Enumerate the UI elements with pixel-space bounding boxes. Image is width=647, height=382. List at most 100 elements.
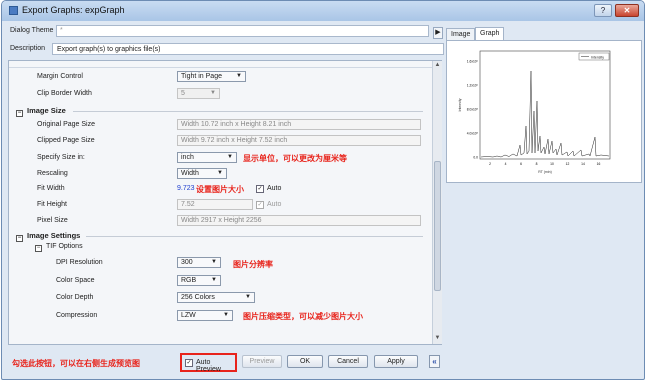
collapse-preview-button[interactable]: « (429, 355, 440, 368)
tif-options-title: TIF Options (46, 243, 83, 250)
margin-control-dropdown[interactable]: Tight in Page ▼ (177, 71, 246, 82)
chevron-down-icon: ▼ (217, 170, 223, 176)
scroll-down-icon[interactable]: ▼ (433, 334, 442, 343)
theme-menu-arrow-icon[interactable]: ▶ (433, 27, 443, 39)
y-tick-label: 4.0x10⁵ (467, 132, 479, 136)
graph-preview: Intensity 1.6x10⁶ 1.2x10⁶ 8.0x10⁵ 4.0x10⁵ 0.… (446, 40, 642, 183)
app-icon (9, 6, 18, 15)
color-space-dropdown[interactable]: RGB ▼ (177, 275, 221, 286)
clipped-size-label: Clipped Page Size (37, 137, 95, 144)
fit-width-row: Fit Width 9.723 设置图片大小 ✓ Auto (9, 183, 429, 195)
pixel-size-label: Pixel Size (37, 217, 68, 224)
description-field: Export graph(s) to graphics file(s) (52, 43, 444, 55)
collapse-icon[interactable]: − (35, 245, 42, 252)
x-tick-label: 4 (505, 162, 507, 166)
rescaling-label: Rescaling (37, 170, 68, 177)
pixel-size-row: Pixel Size Width 2917 x Height 2256 (9, 215, 429, 227)
fit-height-row: Fit Height 7.52 ✓ Auto (9, 199, 429, 211)
dpi-row: DPI Resolution 300 ▼ 图片分辨率 (9, 257, 429, 269)
theme-label: Dialog Theme (10, 27, 54, 34)
x-tick-label: 14 (581, 162, 585, 166)
original-size-field: Width 10.72 inch x Height 8.21 inch (177, 119, 421, 130)
tab-graph[interactable]: Graph (475, 27, 505, 41)
chevron-down-icon: ▼ (236, 73, 242, 79)
y-tick-label: 0.0 (473, 156, 478, 160)
auto-preview-label: Auto Preview (196, 359, 221, 373)
image-settings-header[interactable]: − Image Settings (16, 231, 80, 242)
x-tick-label: 6 (520, 162, 522, 166)
theme-value: * (60, 27, 63, 34)
pixel-size-field: Width 2917 x Height 2256 (177, 215, 421, 226)
clipped-size-row: Clipped Page Size Width 9.72 inch x Heig… (9, 135, 429, 147)
collapse-icon[interactable]: − (16, 235, 23, 242)
color-space-value: RGB (181, 277, 197, 284)
color-depth-label: Color Depth (56, 294, 94, 301)
image-size-header[interactable]: − Image Size (16, 106, 66, 117)
original-size-label: Original Page Size (37, 121, 95, 128)
preview-button: Preview (242, 355, 282, 368)
fit-width-auto-label: Auto (267, 185, 282, 192)
x-tick-label: 8 (536, 162, 538, 166)
dpi-dropdown[interactable]: 300 ▼ (177, 257, 221, 268)
description-label: Description (10, 45, 46, 52)
compression-value: LZW (181, 312, 196, 319)
tif-options-header[interactable]: − TIF Options (35, 243, 83, 252)
x-tick-label: 16 (597, 162, 601, 166)
color-space-label: Color Space (56, 277, 95, 284)
specify-size-dropdown[interactable]: inch ▼ (177, 152, 237, 163)
fit-height-field: 7.52 (177, 199, 253, 210)
color-depth-value: 256 Colors (181, 294, 215, 301)
x-tick-label: 10 (550, 162, 554, 166)
description-row: Description Export graph(s) to graphics … (8, 42, 444, 56)
cancel-button[interactable]: Cancel (328, 355, 368, 368)
compression-label: Compression (56, 312, 98, 319)
image-settings-title: Image Settings (27, 231, 81, 240)
help-button[interactable]: ? (594, 4, 612, 17)
scroll-up-icon[interactable]: ▲ (433, 61, 442, 70)
dpi-value: 300 (181, 259, 193, 266)
unit-annotation: 显示单位，可以更改为厘米等 (243, 154, 347, 163)
window-title: Export Graphs: expGraph (22, 5, 125, 15)
close-button[interactable]: ✕ (615, 4, 639, 17)
x-tick-label: 2 (489, 162, 491, 166)
rescaling-dropdown[interactable]: Width ▼ (177, 168, 227, 179)
margin-control-value: Tight in Page (181, 73, 222, 80)
fit-width-value[interactable]: 9.723 (177, 185, 195, 192)
rescaling-row: Rescaling Width ▼ (9, 168, 429, 180)
auto-preview-checkbox[interactable]: ✓ (185, 359, 193, 367)
specify-size-value: inch (181, 154, 194, 161)
legend-label: Intensity (591, 56, 604, 60)
clip-border-value: 5 (181, 90, 185, 97)
color-depth-dropdown[interactable]: 256 Colors ▼ (177, 292, 255, 303)
options-panel: Margin Control Tight in Page ▼ Clip Borde… (8, 60, 442, 345)
compression-dropdown[interactable]: LZW ▼ (177, 310, 233, 321)
panel-scrollbar[interactable]: ▲ ▼ (432, 61, 442, 344)
fit-height-auto-checkbox: ✓ (256, 201, 264, 209)
chevron-down-icon: ▼ (227, 154, 233, 160)
y-axis-label: Intensity (458, 98, 462, 111)
clip-border-row: Clip Border Width 5 ▼ (9, 88, 429, 100)
x-tick-label: 12 (566, 162, 570, 166)
ok-button[interactable]: OK (287, 355, 323, 368)
theme-field[interactable]: * (56, 25, 429, 37)
apply-button[interactable]: Apply (374, 355, 418, 368)
chevron-down-icon: ▼ (223, 312, 229, 318)
fit-width-auto-checkbox[interactable]: ✓ (256, 185, 264, 193)
plot-frame (479, 50, 611, 160)
fit-height-auto-label: Auto (267, 201, 282, 208)
fit-annotation: 设置图片大小 (196, 185, 244, 194)
tab-image[interactable]: Image (446, 28, 476, 40)
chevron-down-icon: ▼ (210, 90, 216, 96)
collapse-icon[interactable]: − (16, 110, 23, 117)
margin-control-label: Margin Control (37, 73, 83, 80)
auto-preview-control[interactable]: ✓ Auto Preview (180, 353, 237, 373)
fit-height-label: Fit Height (37, 201, 67, 208)
x-axis-label: RT (min) (538, 170, 551, 174)
scroll-thumb[interactable] (434, 161, 441, 291)
compression-row: Compression LZW ▼ 图片压缩类型，可以减少图片大小 (9, 310, 429, 322)
y-tick-label: 1.6x10⁶ (467, 60, 479, 64)
panel-top-edge (9, 61, 432, 68)
chevron-down-icon: ▼ (245, 294, 251, 300)
x-tick-labels: 2 4 6 8 10 12 14 16 (489, 162, 600, 166)
specify-size-label: Specify Size in: (37, 154, 85, 161)
